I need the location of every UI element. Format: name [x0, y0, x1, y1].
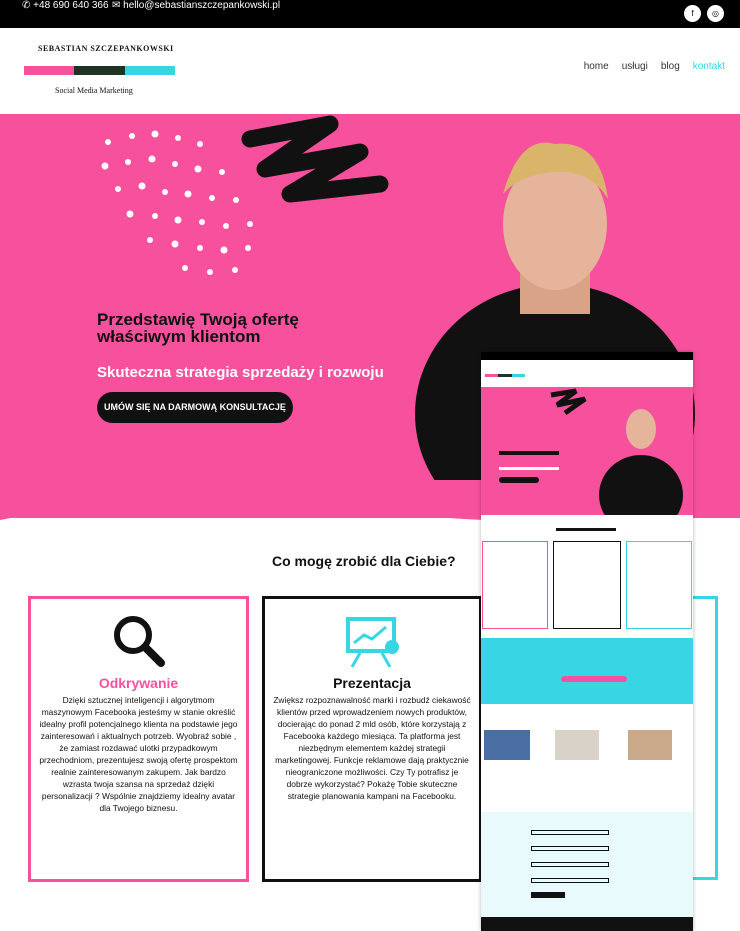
service-card-partial [693, 596, 718, 880]
service-card-presentation: Prezentacja Zwiększ rozpoznawalność mark… [262, 596, 482, 882]
preview-blog-3 [628, 730, 672, 760]
nav-uslugi[interactable]: usługi [622, 61, 648, 72]
hero-title: Przedstawię Twoją ofertę właściwym klient… [97, 311, 299, 345]
main-nav: home usługi blog kontakt [584, 61, 725, 72]
phone-link[interactable]: ✆ +48 690 640 366 [22, 0, 109, 11]
preview-card-3 [626, 541, 692, 629]
hero-subtitle: Skuteczna strategia sprzedaży i rozwoju [97, 364, 384, 381]
preview-blog-2 [555, 730, 599, 760]
service-card-text: Dzięki sztucznej inteligencji i algorytm… [39, 695, 238, 813]
email-link[interactable]: ✉ hello@sebastianszczepankowski.pl [112, 0, 280, 11]
preview-blog-1 [484, 730, 530, 760]
preview-quote-band [481, 638, 693, 704]
presentation-icon [346, 617, 399, 668]
search-icon [113, 616, 165, 667]
services-title: Co mogę zrobić dla Ciebie? [272, 553, 456, 569]
preview-card-2 [553, 541, 621, 629]
nav-home[interactable]: home [584, 61, 609, 72]
service-card-title: Prezentacja [333, 675, 411, 691]
service-card-text: Zwiększ rozpoznawalność marki i rozbudź … [273, 695, 471, 801]
facebook-icon[interactable]: f [684, 5, 701, 22]
preview-contact [481, 812, 693, 917]
logo-color-bars [24, 66, 175, 75]
service-card-discovery: Odkrywanie Dzięki sztucznej inteligencji… [28, 596, 249, 882]
hero-title-line2: właściwym klientom [97, 327, 261, 346]
preview-footer [481, 917, 693, 931]
site-header: SEBASTIAN SZCZEPANKOWSKI Social Media Ma… [0, 28, 740, 114]
phone-text: +48 690 640 366 [33, 0, 109, 11]
service-card-title: Odkrywanie [98, 675, 179, 691]
preview-logo-bars [485, 374, 525, 377]
logo-subtitle: Social Media Marketing [55, 86, 133, 95]
preview-topbar [481, 352, 693, 360]
preview-card-1 [482, 541, 548, 629]
logo-name[interactable]: SEBASTIAN SZCZEPANKOWSKI [38, 44, 174, 53]
preview-services-title [556, 528, 616, 531]
top-bar: ✆ +48 690 640 366 ✉ hello@sebastianszcze… [0, 0, 740, 28]
consultation-button[interactable]: UMÓW SIĘ NA DARMOWĄ KONSULTACJĘ [97, 392, 293, 423]
page-screenshot-preview [481, 352, 693, 931]
preview-hero [481, 387, 693, 535]
nav-blog[interactable]: blog [661, 61, 680, 72]
instagram-icon[interactable]: ◎ [707, 5, 724, 22]
email-text: hello@sebastianszczepankowski.pl [123, 0, 281, 11]
nav-kontakt[interactable]: kontakt [693, 61, 725, 72]
